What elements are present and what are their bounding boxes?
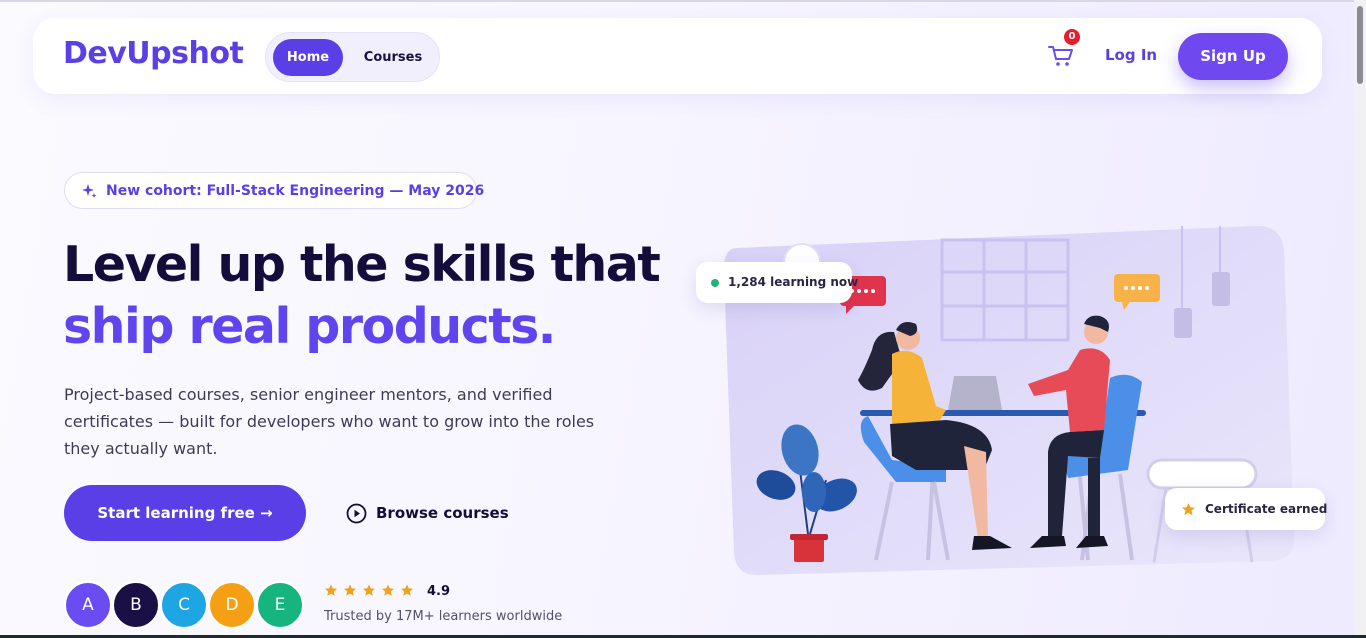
star-icon <box>325 584 337 596</box>
cart-count-badge: 0 <box>1064 29 1080 45</box>
hero-title-line2: ship real products. <box>63 298 556 355</box>
nav-courses-tab[interactable]: Courses <box>358 39 428 76</box>
trusted-text: Trusted by 17M+ learners worldwide <box>324 609 563 624</box>
sparkle-icon <box>82 184 97 198</box>
rating-stars <box>325 584 413 596</box>
avatar: E <box>256 581 304 629</box>
live-dot-icon <box>711 279 719 287</box>
browse-courses-label: Browse courses <box>376 504 509 522</box>
scrollbar-thumb[interactable] <box>1357 6 1363 84</box>
play-circle-icon <box>346 503 367 524</box>
star-icon <box>344 584 356 596</box>
live-learners-text: 1,284 learning now <box>728 275 859 289</box>
star-icon <box>382 584 394 596</box>
hero-lead-text: Project-based courses, senior engineer m… <box>64 385 595 458</box>
star-icon <box>363 584 375 596</box>
cohort-text: New cohort: Full-Stack Engineering — May… <box>106 183 485 199</box>
signup-button[interactable]: Sign Up <box>1178 33 1288 80</box>
avatar: B <box>112 581 160 629</box>
star-icon <box>1182 503 1195 516</box>
brand-logo[interactable]: DevUpshot <box>63 36 244 71</box>
certificate-text: Certificate earned <box>1205 502 1328 516</box>
certificate-badge: Certificate earned <box>1165 488 1328 530</box>
rating-value: 4.9 <box>427 584 451 599</box>
main-nav: Home Courses <box>265 32 440 82</box>
new-cohort-badge[interactable]: New cohort: Full-Stack Engineering — May… <box>64 172 484 209</box>
avatar: A <box>64 581 112 629</box>
star-icon <box>401 584 413 596</box>
hero-title-line1: Level up the skills that <box>63 236 661 293</box>
top-navbar: DevUpshot Home Courses 0 Log In Sign Up <box>33 18 1322 94</box>
live-learners-badge: 1,284 learning now <box>696 262 858 303</box>
page-scrollbar[interactable] <box>1354 0 1366 638</box>
window-top-border <box>0 0 1366 2</box>
nav-home-tab[interactable]: Home <box>273 39 343 76</box>
start-learning-button[interactable]: Start learning free → <box>64 485 306 541</box>
avatar: D <box>208 581 256 629</box>
login-link[interactable]: Log In <box>1105 46 1157 64</box>
avatar: C <box>160 581 208 629</box>
